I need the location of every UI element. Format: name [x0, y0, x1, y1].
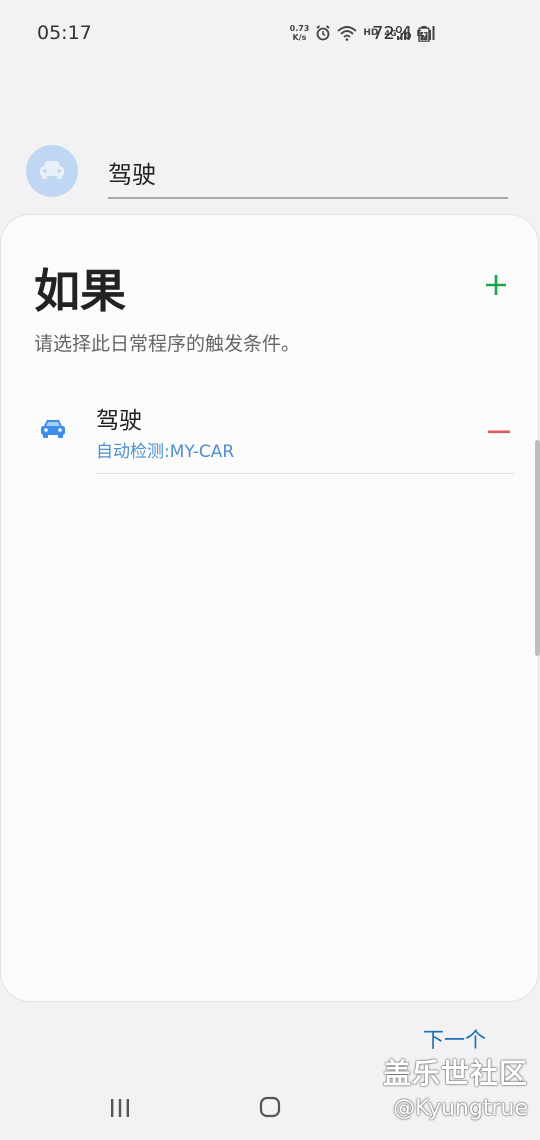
screen: 05:17 0.73 K/s HD 4G E 72% 驾驶 如果 请选择此日常程…: [0, 0, 540, 1140]
net-speed: 0.73 K/s: [290, 24, 310, 42]
add-condition-button[interactable]: [480, 271, 512, 303]
next-button[interactable]: 下一个: [423, 1024, 486, 1054]
battery-charging-icon: [418, 26, 430, 46]
routine-avatar[interactable]: [26, 145, 78, 197]
routine-name-field[interactable]: 驾驶: [108, 153, 508, 199]
condition-item[interactable]: 驾驶 自动检测:MY-CAR: [1, 395, 514, 475]
wifi-icon: [337, 25, 357, 41]
navigation-bar: [0, 1080, 540, 1140]
status-icons: 0.73 K/s HD 4G E: [290, 24, 436, 42]
net-speed-unit: K/s: [292, 33, 307, 42]
if-subtitle: 请选择此日常程序的触发条件。: [34, 333, 301, 355]
recent-apps-icon[interactable]: [109, 1098, 131, 1122]
plus-icon: [484, 273, 508, 301]
car-icon: [38, 158, 66, 184]
home-icon[interactable]: [259, 1096, 281, 1122]
condition-detail: 自动检测:MY-CAR: [96, 442, 235, 462]
scrollbar[interactable]: [535, 440, 540, 656]
status-time: 05:17: [37, 22, 92, 44]
remove-condition-button[interactable]: [486, 415, 512, 441]
net-speed-value: 0.73: [289, 24, 310, 33]
conditions-card: 如果 请选择此日常程序的触发条件。 驾驶 自动检测:MY-CAR: [0, 214, 539, 1002]
routine-name-input[interactable]: 驾驶: [108, 155, 156, 190]
minus-icon: [488, 419, 510, 438]
divider: [96, 473, 514, 474]
if-title: 如果: [34, 264, 126, 318]
alarm-icon: [315, 25, 331, 41]
status-bar: 05:17 0.73 K/s HD 4G E 72%: [0, 0, 540, 66]
routine-name-row: 驾驶: [26, 143, 510, 203]
car-icon: [39, 417, 67, 443]
condition-name: 驾驶: [96, 408, 142, 434]
battery-percent: 72%: [371, 23, 412, 44]
